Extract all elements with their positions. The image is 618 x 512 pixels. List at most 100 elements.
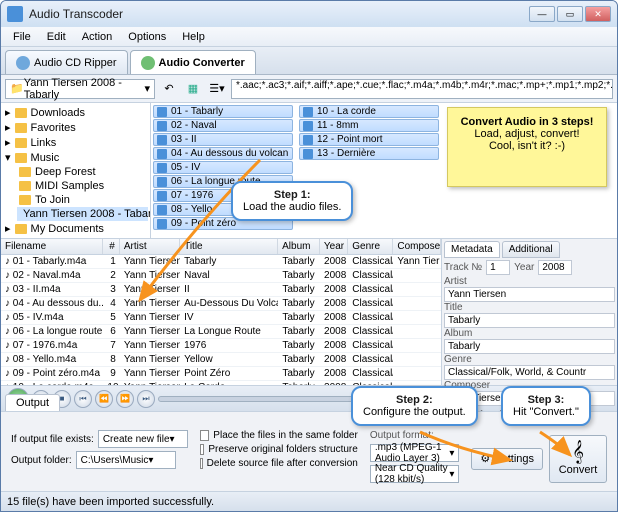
file-item[interactable]: 05 - IV [153, 161, 293, 174]
callout-step2: Step 2:Configure the output. [351, 386, 478, 426]
exists-select[interactable]: Create new file ▾ [98, 430, 188, 448]
folder-tree[interactable]: ▸Downloads ▸Favorites ▸Links ▾Music Deep… [1, 103, 151, 238]
convert-icon [141, 56, 155, 70]
file-item[interactable]: 01 - Tabarly [153, 105, 293, 118]
folder-icon [15, 138, 27, 148]
table-row[interactable]: ♪ 10 - La corde.m4a10Yann TiersenLa Cord… [1, 381, 441, 385]
genre-field[interactable]: Classical/Folk, World, & Countr [444, 365, 615, 380]
minimize-button[interactable]: — [529, 6, 555, 22]
album-field[interactable]: Tabarly [444, 339, 615, 354]
file-item[interactable]: 13 - Dernière [299, 147, 439, 160]
app-icon [7, 6, 23, 22]
gear-icon: ⚙ [480, 452, 490, 465]
chk-preserve[interactable] [200, 444, 204, 455]
tree-node: Deep Forest [17, 165, 148, 179]
window-title: Audio Transcoder [29, 7, 529, 21]
table-row[interactable]: ♪ 08 - Yello.m4a8Yann TiersenYellowTabar… [1, 353, 441, 367]
metadata-panel: Metadata Additional Track №1Year2008 Art… [442, 239, 617, 385]
file-item[interactable]: 10 - La corde [299, 105, 439, 118]
col-header[interactable]: Genre [348, 239, 393, 254]
up-button[interactable]: ↶ [159, 79, 179, 99]
chk-same-folder[interactable] [200, 430, 209, 441]
col-header[interactable]: Title [180, 239, 278, 254]
col-header[interactable]: Filename [1, 239, 103, 254]
tab-additional[interactable]: Additional [502, 241, 560, 258]
menubar: File Edit Action Options Help [1, 27, 617, 47]
callout-step1: Step 1:Load the audio files. [231, 181, 353, 221]
next-button[interactable]: ⏭ [137, 390, 155, 408]
tree-node: To Join [17, 193, 148, 207]
table-row[interactable]: ♪ 01 - Tabarly.m4a1Yann TiersenTabarlyTa… [1, 255, 441, 269]
menu-help[interactable]: Help [174, 29, 213, 45]
table-row[interactable]: ♪ 07 - 1976.m4a7Yann Tiersen1976Tabarly2… [1, 339, 441, 353]
tab-ripper[interactable]: Audio CD Ripper [5, 50, 128, 74]
close-button[interactable]: ✕ [585, 6, 611, 22]
folder-icon [15, 108, 27, 118]
table-row[interactable]: ♪ 04 - Au dessous du...4Yann TiersenAu-D… [1, 297, 441, 311]
col-header[interactable]: Composer [393, 239, 441, 254]
folder-select[interactable]: C:\Users\Music ▾ [76, 451, 176, 469]
table-row[interactable]: ♪ 09 - Point zéro.m4a9Yann TiersenPoint … [1, 367, 441, 381]
artist-field[interactable]: Yann Tiersen [444, 287, 615, 302]
menu-options[interactable]: Options [120, 29, 174, 45]
table-row[interactable]: ♪ 02 - Naval.m4a2Yann TiersenNavalTabarl… [1, 269, 441, 283]
status-bar: 15 file(s) have been imported successful… [1, 491, 617, 511]
tree-node: ▸My Documents [3, 221, 148, 236]
folder-icon [19, 167, 31, 177]
view-button[interactable]: ▦ [183, 79, 203, 99]
col-header[interactable]: # [103, 239, 120, 254]
prev-button[interactable]: ⏮ [74, 390, 92, 408]
sticky-note: Convert Audio in 3 steps! Load, adjust, … [447, 107, 607, 187]
titlebar: Audio Transcoder — ▭ ✕ [1, 1, 617, 27]
tree-node: ▸Favorites [3, 120, 148, 135]
trackno-field[interactable]: 1 [486, 260, 510, 275]
tree-node: ▸Downloads [3, 105, 148, 120]
tree-node: Yann Tiersen 2008 - Tabarly [17, 207, 148, 221]
table-row[interactable]: ♪ 06 - La longue route.m4a6Yann TiersenL… [1, 325, 441, 339]
tab-metadata[interactable]: Metadata [444, 241, 500, 258]
title-field[interactable]: Tabarly [444, 313, 615, 328]
menu-action[interactable]: Action [74, 29, 121, 45]
folder-icon [19, 181, 31, 191]
folder-icon [15, 224, 27, 234]
forward-button[interactable]: ⏩ [116, 390, 134, 408]
settings-button[interactable]: ⚙Settings [471, 448, 543, 470]
tree-node: ▸Links [3, 135, 148, 150]
tree-node: MIDI Samples [17, 179, 148, 193]
callout-step3: Step 3:Hit "Convert." [501, 386, 591, 426]
folder-icon [19, 195, 31, 205]
maximize-button[interactable]: ▭ [557, 6, 583, 22]
chk-delete[interactable] [200, 458, 203, 469]
rewind-button[interactable]: ⏪ [95, 390, 113, 408]
quality-select[interactable]: Near CD Quality (128 kbit/s) ▾ [370, 465, 460, 483]
table-row[interactable]: ♪ 05 - IV.m4a5Yann TiersenIVTabarly2008C… [1, 311, 441, 325]
path-bar: 📁 Yann Tiersen 2008 - Tabarly ▾ ↶ ▦ ☰▾ *… [1, 75, 617, 103]
grid-wrap: Filename#ArtistTitleAlbumYearGenreCompos… [1, 239, 617, 385]
format-select[interactable]: .mp3 (MPEG-1 Audio Layer 3) ▾ [370, 444, 460, 462]
tab-converter[interactable]: Audio Converter [130, 50, 256, 74]
folder-combo[interactable]: 📁 Yann Tiersen 2008 - Tabarly ▾ [5, 79, 155, 99]
output-section: Output If output file exists:Create new … [1, 411, 617, 491]
file-item[interactable]: 03 - II [153, 133, 293, 146]
cd-icon [16, 56, 30, 70]
track-grid[interactable]: Filename#ArtistTitleAlbumYearGenreCompos… [1, 239, 442, 385]
menu-edit[interactable]: Edit [39, 29, 74, 45]
file-item[interactable]: 12 - Point mort [299, 133, 439, 146]
convert-button[interactable]: 𝄞Convert [549, 435, 607, 483]
table-row[interactable]: ♪ 03 - II.m4a3Yann TiersenIITabarly2008C… [1, 283, 441, 297]
clef-icon: 𝄞 [572, 442, 584, 462]
window: Audio Transcoder — ▭ ✕ File Edit Action … [0, 0, 618, 512]
folder-icon [15, 123, 27, 133]
list-button[interactable]: ☰▾ [207, 79, 227, 99]
year-field[interactable]: 2008 [538, 260, 572, 275]
file-item[interactable]: 04 - Au dessous du volcan [153, 147, 293, 160]
col-header[interactable]: Artist [120, 239, 180, 254]
col-header[interactable]: Year [320, 239, 348, 254]
file-item[interactable]: 11 - 8mm [299, 119, 439, 132]
menu-file[interactable]: File [5, 29, 39, 45]
filter-input[interactable]: *.aac;*.ac3;*.aif;*.aiff;*.ape;*.cue;*.f… [231, 79, 613, 99]
file-item[interactable]: 02 - Naval [153, 119, 293, 132]
tab-output[interactable]: Output [5, 394, 60, 411]
folder-icon [15, 153, 27, 163]
col-header[interactable]: Album [278, 239, 320, 254]
